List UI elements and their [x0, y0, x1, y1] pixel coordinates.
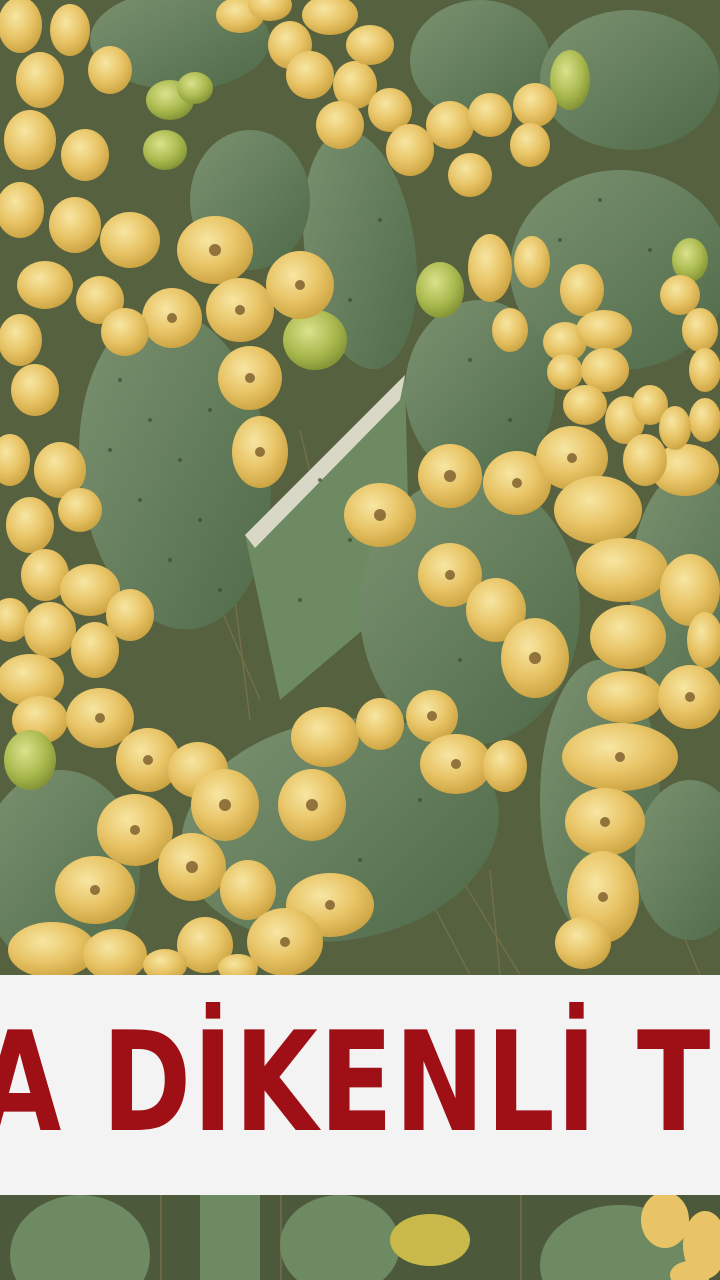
cactus-photo-bottom [0, 1195, 720, 1280]
cactus-photo [0, 0, 720, 975]
headline-text: A DİKENLİ TEHL [0, 1002, 720, 1163]
cactus-illustration-bottom [0, 1195, 720, 1280]
headline-banner: A DİKENLİ TEHL [0, 975, 720, 1195]
cactus-illustration [0, 0, 720, 975]
story-slide: A DİKENLİ TEHL [0, 0, 720, 1280]
